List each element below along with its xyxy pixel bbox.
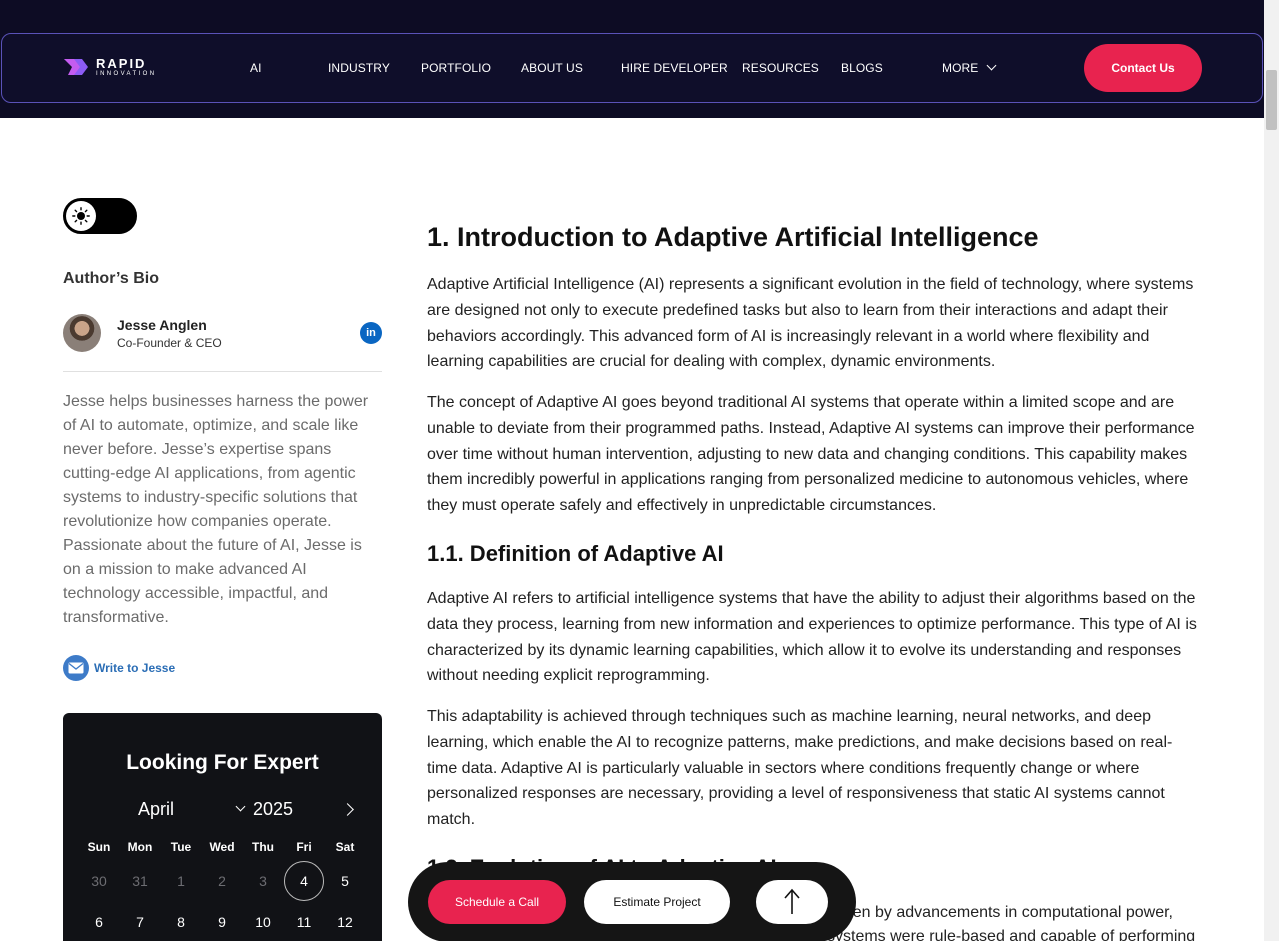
nav-item-about-us[interactable]: ABOUT US [521,61,583,75]
article-heading-2: 1.1. Definition of Adaptive AI [427,541,724,566]
nav-item-hire-developer[interactable]: HIRE DEVELOPER [621,61,728,75]
weekday-label: Fri [296,840,312,854]
linkedin-icon[interactable]: in [360,322,382,344]
write-to-author-label: Write to Jesse [94,661,176,675]
nav-more-label: MORE [942,61,979,75]
expert-calendar-card: Looking For Expert April 2025 Sun Mon Tu… [63,713,382,941]
main-navbar: RAPID INNOVATION AI INDUSTRY PORTFOLIO A… [1,33,1263,103]
calendar-day[interactable]: 5 [325,861,365,901]
calendar-day: 3 [259,873,267,889]
weekday-label: Mon [127,840,153,854]
nav-item-portfolio[interactable]: PORTFOLIO [421,61,491,75]
brand-name: RAPID [96,56,147,71]
calendar-day[interactable]: 8 [161,902,201,941]
calendar-day[interactable]: 12 [325,902,365,941]
next-month-icon[interactable] [341,803,354,816]
write-to-author-link[interactable]: Write to Jesse [63,655,175,681]
nav-item-resources[interactable]: RESOURCES [742,61,819,75]
nav-item-more[interactable]: MORE [942,60,997,75]
calendar-day[interactable]: 7 [120,902,160,941]
divider [63,371,382,372]
author-bio-text: Jesse helps businesses harness the power… [63,393,369,626]
article-paragraph: The concept of Adaptive AI goes beyond t… [427,394,1195,515]
avatar [63,314,101,352]
calendar-day: 1 [177,873,185,889]
schedule-call-button[interactable]: Schedule a Call [428,880,566,924]
article-paragraph: Adaptive AI refers to artificial intelli… [427,590,1197,685]
article-heading-1: 1. Introduction to Adaptive Artificial I… [427,222,1039,252]
contact-us-button[interactable]: Contact Us [1084,44,1202,92]
article-paragraph: systems were rule-based and capable of p… [827,928,1196,941]
year-select[interactable]: 2025 [253,799,293,820]
chevron-down-icon[interactable] [235,801,246,812]
calendar-day[interactable]: 6 [79,902,119,941]
authors-bio-heading: Author’s Bio [63,270,159,287]
nav-item-ai[interactable]: AI [250,61,262,75]
nav-item-industry[interactable]: INDUSTRY [328,61,390,75]
calendar-day[interactable]: 11 [284,902,324,941]
month-select[interactable]: April [138,799,174,820]
author-name: Jesse Anglen [117,317,207,333]
article-paragraph: Adaptive Artificial Intelligence (AI) re… [427,276,1194,371]
weekday-label: Tue [170,840,192,854]
article-paragraph: This adaptability is achieved through te… [427,708,1173,829]
sun-icon [66,201,96,231]
nav-item-blogs[interactable]: BLOGS [841,61,883,75]
scroll-to-top-button[interactable] [756,880,828,924]
calendar-title: Looking For Expert [126,751,319,774]
floating-action-bar: Schedule a Call Estimate Project [408,862,856,941]
weekday-label: Thu [252,840,274,854]
page-scrollbar[interactable] [1264,0,1279,941]
brand-logo[interactable]: RAPID INNOVATION [64,56,156,78]
brand-tagline: INNOVATION [96,71,157,77]
calendar-day: 2 [218,873,226,889]
chevron-down-icon [986,60,997,71]
theme-toggle[interactable] [63,198,137,234]
logo-mark-icon [64,56,92,78]
author-role: Co-Founder & CEO [117,336,222,350]
calendar-day: 31 [132,873,148,889]
arrow-up-icon [784,888,800,914]
calendar-day: 30 [91,873,107,889]
weekday-label: Wed [209,840,235,854]
weekday-label: Sat [335,840,355,854]
calendar-day[interactable]: 9 [202,902,242,941]
calendar-day[interactable]: 10 [243,902,283,941]
estimate-project-button[interactable]: Estimate Project [584,880,730,924]
calendar-day-today[interactable]: 4 [284,861,324,901]
mail-icon [63,655,89,681]
scrollbar-thumb[interactable] [1266,70,1277,130]
article-paragraph: driven by advancements in computational … [827,904,1173,921]
weekday-label: Sun [87,840,111,854]
